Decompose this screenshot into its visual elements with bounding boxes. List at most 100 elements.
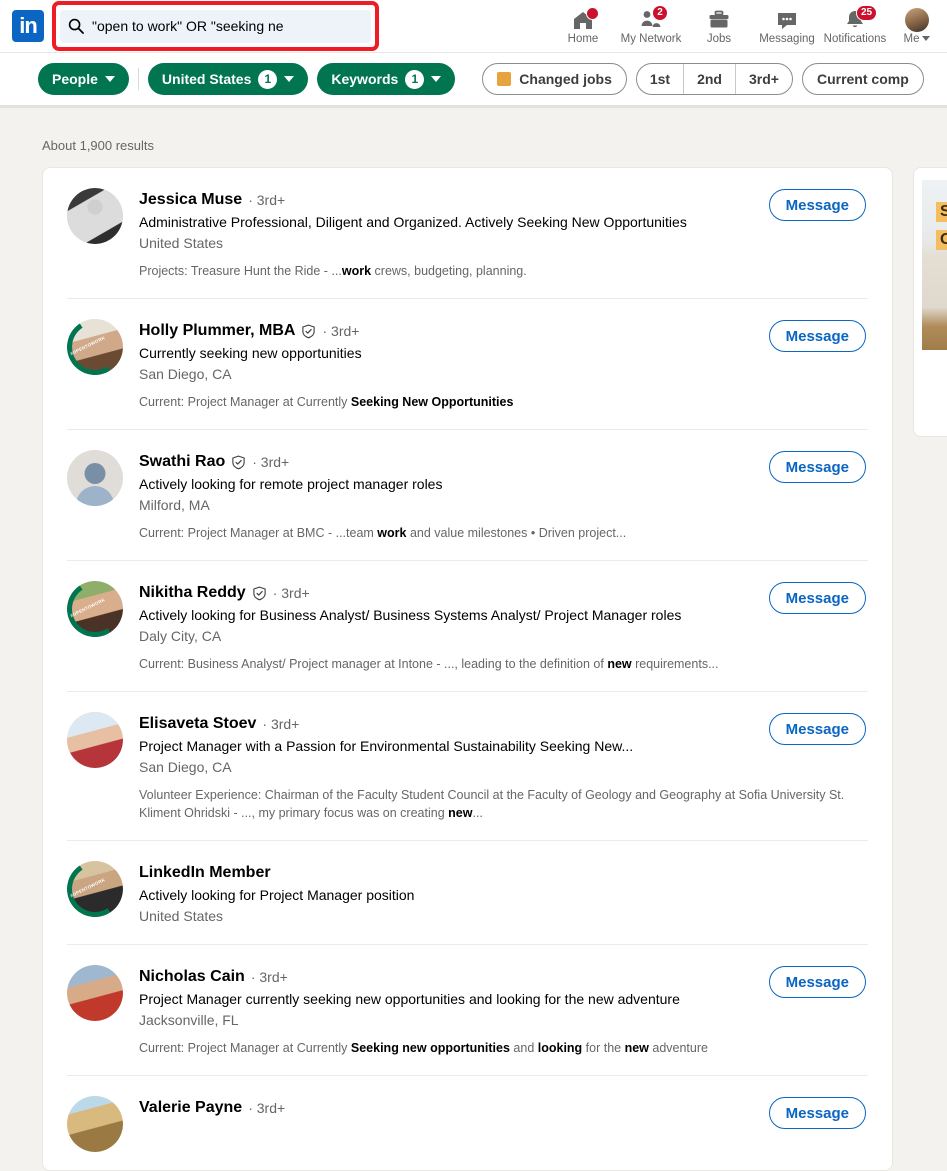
jobs-briefcase-icon — [707, 8, 731, 32]
filter-chip-people[interactable]: People — [38, 63, 129, 95]
filter-label-changed-jobs: Changed jobs — [519, 71, 612, 87]
filter-connection-3rd[interactable]: 3rd+ — [736, 64, 792, 94]
message-button[interactable]: Message — [768, 582, 866, 614]
search-result-row[interactable]: Swathi Rao · 3rd+ Actively looking for rem… — [67, 430, 868, 561]
message-button[interactable]: Message — [768, 1097, 866, 1129]
result-body: Swathi Rao · 3rd+ Actively looking for rem… — [139, 450, 868, 542]
profile-name-link[interactable]: Nicholas Cain — [139, 967, 245, 987]
avatar[interactable]: #OPENTOWORK — [67, 319, 123, 375]
message-button[interactable]: Message — [768, 189, 866, 221]
avatar-photo — [67, 965, 123, 1021]
profile-location: San Diego, CA — [139, 759, 232, 775]
avatar[interactable]: #OPENTOWORK — [67, 581, 123, 637]
linkedin-logo[interactable]: in — [12, 10, 44, 42]
profile-location: United States — [139, 908, 224, 924]
result-name-line: Jessica Muse · 3rd+ — [139, 190, 868, 210]
result-body: Nikitha Reddy · 3rd+ Actively looking for … — [139, 581, 868, 673]
profile-name-link[interactable]: Jessica Muse — [139, 190, 242, 210]
search-icon — [68, 18, 84, 34]
result-snippet: Current: Business Analyst/ Project manag… — [139, 657, 719, 671]
chevron-down-icon — [104, 76, 115, 82]
filter-label-location: United States — [161, 71, 252, 87]
profile-name-link[interactable]: Elisaveta Stoev — [139, 714, 256, 734]
profile-name-link[interactable]: Valerie Payne — [139, 1098, 242, 1118]
search-result-row[interactable]: #OPENTOWORK Nikitha Reddy · 3rd+ Actively l… — [67, 561, 868, 692]
search-box[interactable] — [60, 9, 371, 43]
profile-headline: Actively looking for Business Analyst/ B… — [139, 607, 682, 623]
filter-label-current-company: Current comp — [816, 71, 909, 87]
message-button[interactable]: Message — [768, 713, 866, 745]
result-snippet: Volunteer Experience: Chairman of the Fa… — [139, 788, 845, 820]
search-result-row[interactable]: Jessica Muse · 3rd+ Administrative Profess… — [67, 168, 868, 299]
profile-headline: Administrative Professional, Diligent an… — [139, 214, 687, 230]
chevron-down-icon — [284, 76, 295, 82]
search-result-row[interactable]: Valerie Payne · 3rd+ Message — [67, 1076, 868, 1170]
nav-item-home[interactable]: Home — [549, 0, 617, 52]
avatar[interactable] — [67, 712, 123, 768]
connection-degree: · 3rd+ — [248, 192, 286, 208]
message-button[interactable]: Message — [768, 966, 866, 998]
notifications-bell-icon: 25 — [843, 4, 878, 32]
result-name-line: Nikitha Reddy · 3rd+ — [139, 583, 868, 603]
search-result-row[interactable]: #OPENTOWORK LinkedIn Member Actively looki… — [67, 841, 868, 945]
filter-connection-2nd[interactable]: 2nd — [684, 64, 735, 94]
avatar[interactable] — [67, 188, 123, 244]
filter-chip-current-company[interactable]: Current comp — [801, 63, 924, 95]
open-to-work-ring: #OPENTOWORK — [67, 861, 123, 917]
result-snippet: Current: Project Manager at Currently Se… — [139, 395, 514, 409]
open-to-work-ring: #OPENTOWORK — [67, 319, 123, 375]
filter-label-people: People — [52, 71, 98, 87]
message-button[interactable]: Message — [768, 451, 866, 483]
promo-note-line1: S — [936, 202, 947, 222]
profile-name-link[interactable]: Swathi Rao — [139, 452, 225, 472]
nav-item-my-network[interactable]: 2 My Network — [617, 0, 685, 52]
result-name-line: Elisaveta Stoev · 3rd+ — [139, 714, 868, 734]
result-snippet: Projects: Treasure Hunt the Ride - ...wo… — [139, 264, 527, 278]
result-name-line: Valerie Payne · 3rd+ — [139, 1098, 868, 1118]
avatar[interactable] — [67, 450, 123, 506]
result-name-line: Holly Plummer, MBA · 3rd+ — [139, 321, 868, 341]
profile-name-link[interactable]: Nikitha Reddy — [139, 583, 246, 603]
profile-headline: Actively looking for remote project mana… — [139, 476, 443, 492]
profile-name-link[interactable]: LinkedIn Member — [139, 863, 271, 883]
promo-card[interactable]: S O — [913, 167, 947, 437]
avatar[interactable]: #OPENTOWORK — [67, 861, 123, 917]
home-badge — [586, 6, 599, 20]
search-result-row[interactable]: #OPENTOWORK Holly Plummer, MBA · 3rd+ Curre… — [67, 299, 868, 430]
profile-location: Daly City, CA — [139, 628, 222, 644]
my-network-badge: 2 — [652, 4, 668, 21]
profile-headline: Actively looking for Project Manager pos… — [139, 887, 415, 903]
default-avatar-head — [84, 463, 106, 484]
profile-name-link[interactable]: Holly Plummer, MBA — [139, 321, 295, 341]
search-result-row[interactable]: Elisaveta Stoev · 3rd+ Project Manager wit… — [67, 692, 868, 841]
result-body: Valerie Payne · 3rd+ — [139, 1096, 868, 1152]
search-input[interactable] — [92, 18, 352, 34]
nav-item-notifications[interactable]: 25 Notifications — [821, 0, 889, 52]
filter-chip-location[interactable]: United States 1 — [147, 63, 309, 95]
filter-connections-segmented: 1st 2nd 3rd+ — [635, 63, 793, 95]
avatar-photo — [67, 188, 123, 244]
nav-item-me[interactable]: Me — [889, 0, 945, 52]
profile-location: United States — [139, 235, 224, 251]
nav-item-messaging[interactable]: Messaging — [753, 0, 821, 52]
nav-item-jobs[interactable]: Jobs — [685, 0, 753, 52]
home-icon — [571, 6, 599, 32]
verified-badge-icon — [252, 586, 267, 601]
filter-connection-1st[interactable]: 1st — [637, 64, 683, 94]
result-name-line: Swathi Rao · 3rd+ — [139, 452, 868, 472]
filter-divider — [137, 68, 139, 90]
filter-chip-changed-jobs[interactable]: Changed jobs — [482, 63, 627, 95]
nav-label-notifications: Notifications — [823, 32, 887, 45]
promo-note-line2: O — [936, 230, 947, 250]
connection-degree: · 3rd+ — [272, 585, 310, 601]
message-button[interactable]: Message — [768, 320, 866, 352]
avatar-photo — [67, 1096, 123, 1152]
profile-location: Jacksonville, FL — [139, 1012, 239, 1028]
results-count: About 1,900 results — [42, 138, 155, 153]
avatar[interactable] — [67, 965, 123, 1021]
profile-location: San Diego, CA — [139, 366, 232, 382]
filter-chip-keywords[interactable]: Keywords 1 — [317, 63, 456, 95]
connection-degree: · 3rd+ — [262, 716, 300, 732]
avatar[interactable] — [67, 1096, 123, 1152]
search-result-row[interactable]: Nicholas Cain · 3rd+ Project Manager curre… — [67, 945, 868, 1076]
